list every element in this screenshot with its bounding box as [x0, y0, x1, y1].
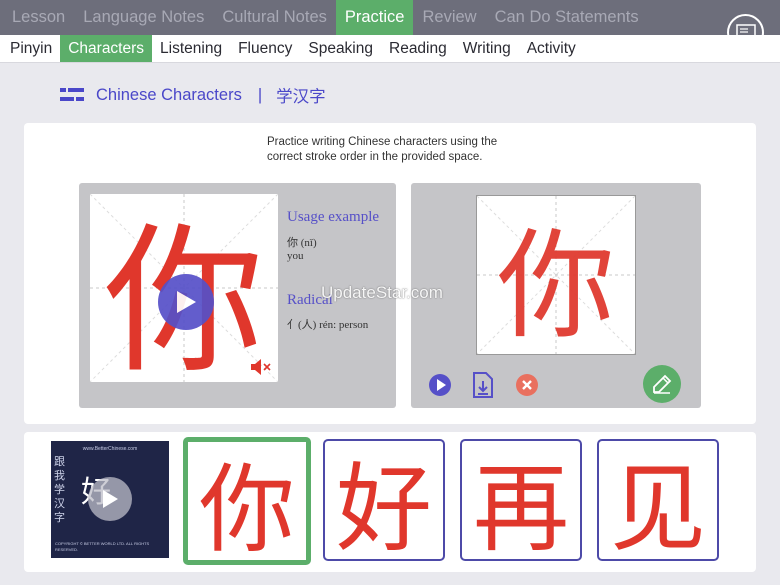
section-separator: |: [257, 85, 263, 104]
section-title-chinese: 学汉字: [276, 88, 326, 106]
user-written-character: 你: [496, 216, 615, 355]
radical-value: 亻(人) rén: person: [287, 319, 369, 331]
tab-language-notes[interactable]: Language Notes: [74, 0, 213, 35]
subtab-fluency[interactable]: Fluency: [230, 35, 300, 62]
subtab-activity[interactable]: Activity: [519, 35, 584, 62]
demo-character-box: 你: [90, 194, 278, 395]
speaker-muted-icon[interactable]: [250, 358, 272, 376]
sub-nav: Pinyin Characters Listening Fluency Spea…: [0, 35, 780, 63]
play-stroke-button[interactable]: [158, 274, 214, 330]
pencil-icon: [653, 374, 672, 394]
usage-example-meaning: you: [287, 250, 304, 262]
video-vertical-text: 跟我学汉字: [54, 456, 65, 524]
tab-lesson[interactable]: Lesson: [3, 0, 74, 35]
character-card-zai[interactable]: 再: [460, 439, 582, 561]
top-nav: Lesson Language Notes Cultural Notes Pra…: [0, 0, 780, 35]
video-footer-text: COPYRIGHT © BETTER WORLD LTD. ALL RIGHTS…: [55, 541, 150, 552]
character-card-hao[interactable]: 好: [323, 439, 445, 561]
card-character: 再: [473, 452, 569, 561]
play-icon[interactable]: [428, 373, 452, 397]
watermark: UpdateStar.com: [321, 283, 443, 302]
video-url-text: www.BetterChinese.com: [82, 446, 138, 452]
character-card-ni[interactable]: 你: [183, 437, 311, 565]
draw-button[interactable]: [643, 365, 681, 403]
download-icon[interactable]: [472, 372, 494, 398]
play-icon: [177, 291, 196, 313]
subtab-reading[interactable]: Reading: [381, 35, 455, 62]
tab-review[interactable]: Review: [413, 0, 485, 35]
close-icon[interactable]: [515, 373, 539, 397]
character-card-jian[interactable]: 见: [597, 439, 719, 561]
lines-icon: [60, 88, 84, 101]
subtab-pinyin[interactable]: Pinyin: [2, 35, 60, 62]
subtab-writing[interactable]: Writing: [455, 35, 519, 62]
writing-canvas[interactable]: 你: [476, 195, 636, 355]
practice-card: Practice writing Chinese characters usin…: [24, 123, 756, 424]
video-thumbnail[interactable]: www.BetterChinese.com 跟我学汉字 好 COPYRIGHT …: [51, 441, 169, 558]
character-strip: www.BetterChinese.com 跟我学汉字 好 COPYRIGHT …: [24, 432, 756, 572]
instructions-text: Practice writing Chinese characters usin…: [267, 136, 498, 163]
play-icon: [103, 490, 118, 508]
tab-cultural-notes[interactable]: Cultural Notes: [213, 0, 336, 35]
subtab-listening[interactable]: Listening: [152, 35, 230, 62]
card-character: 你: [199, 453, 295, 565]
card-character: 见: [610, 452, 706, 561]
writing-practice-panel: 你: [411, 183, 701, 408]
video-play-button[interactable]: [88, 477, 132, 521]
subtab-speaking[interactable]: Speaking: [300, 35, 381, 62]
section-title-text: Chinese Characters: [96, 85, 242, 104]
tab-practice[interactable]: Practice: [335, 0, 414, 35]
usage-example-title: Usage example: [287, 209, 380, 225]
tab-can-do-statements[interactable]: Can Do Statements: [486, 0, 648, 35]
section-title: Chinese Characters | 学汉字: [60, 84, 326, 106]
subtab-characters[interactable]: Characters: [60, 35, 153, 62]
usage-example-character: 你 (nǐ): [287, 237, 317, 249]
card-character: 好: [336, 452, 432, 561]
